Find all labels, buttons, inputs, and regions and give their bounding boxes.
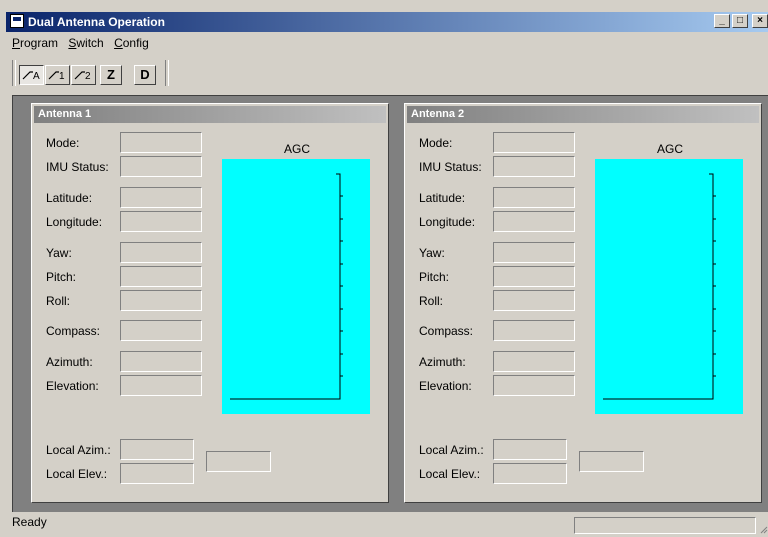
toolbar-button-d[interactable]: D xyxy=(134,65,156,85)
menu-config-rest: onfig xyxy=(122,36,149,50)
menu-program-rest: rogram xyxy=(20,36,59,50)
agc-label: AGC xyxy=(657,142,684,156)
window-title: Dual Antenna Operation xyxy=(28,15,165,29)
client-area: Antenna 1 Mode: IMU Status: Latitude: Lo… xyxy=(12,95,768,512)
local-elev-field xyxy=(493,463,567,484)
imu-status-field xyxy=(493,156,575,177)
menu-bar: Program Switch Config xyxy=(12,36,156,54)
minimize-button[interactable]: _ xyxy=(714,14,730,28)
toolbar: A 1 2 Z D xyxy=(12,58,768,90)
roll-field xyxy=(120,290,202,311)
menu-config-accel: C xyxy=(114,36,123,50)
azimuth-label: Azimuth: xyxy=(419,355,466,369)
menu-program[interactable]: Program xyxy=(12,36,58,50)
latitude-field xyxy=(493,187,575,208)
app-icon[interactable] xyxy=(10,14,24,28)
toolbar-button-mode-a-label: A xyxy=(33,71,40,82)
local-azim-field xyxy=(493,439,567,460)
compass-field xyxy=(493,320,575,341)
pitch-field xyxy=(120,266,202,287)
roll-label: Roll: xyxy=(46,294,71,308)
roll-label: Roll: xyxy=(419,294,444,308)
status-pane xyxy=(574,517,756,534)
status-text: Ready xyxy=(12,515,47,529)
azimuth-field xyxy=(493,351,575,372)
azimuth-field xyxy=(120,351,202,372)
imu-status-field xyxy=(120,156,202,177)
antenna-1-panel: Antenna 1 Mode: IMU Status: Latitude: Lo… xyxy=(31,103,389,503)
local-elev-label: Local Elev.: xyxy=(46,467,108,481)
close-button[interactable]: × xyxy=(752,14,768,28)
local-readout-field xyxy=(579,451,644,472)
latitude-label: Latitude: xyxy=(46,191,93,205)
mode-label: Mode: xyxy=(46,136,80,150)
menu-switch[interactable]: Switch xyxy=(68,36,103,50)
latitude-label: Latitude: xyxy=(419,191,466,205)
longitude-label: Longitude: xyxy=(419,215,476,229)
pitch-label: Pitch: xyxy=(46,270,77,284)
local-azim-field xyxy=(120,439,194,460)
resize-grip-icon[interactable] xyxy=(760,524,768,534)
imu-status-label: IMU Status: xyxy=(419,160,482,174)
azimuth-label: Azimuth: xyxy=(46,355,93,369)
compass-label: Compass: xyxy=(46,324,101,338)
toolbar-button-mode-1-label: 1 xyxy=(59,71,65,82)
yaw-field xyxy=(120,242,202,263)
longitude-field xyxy=(120,211,202,232)
menu-config[interactable]: Config xyxy=(114,36,149,50)
menu-program-accel: P xyxy=(12,36,21,50)
menu-switch-rest: witch xyxy=(76,36,104,50)
agc-scale xyxy=(230,173,343,400)
antenna-2-panel: Antenna 2 Mode: IMU Status: Latitude: Lo… xyxy=(404,103,762,503)
toolbar-button-mode-a[interactable]: A xyxy=(19,65,44,85)
mode-field xyxy=(493,132,575,153)
local-azim-label: Local Azim.: xyxy=(419,443,484,457)
local-readout-field xyxy=(206,451,271,472)
agc-label: AGC xyxy=(284,142,311,156)
toolbar-button-z[interactable]: Z xyxy=(100,65,122,85)
panel-title: Antenna 1 xyxy=(34,106,386,123)
compass-label: Compass: xyxy=(419,324,474,338)
elevation-field xyxy=(493,375,575,396)
local-elev-field xyxy=(120,463,194,484)
pitch-field xyxy=(493,266,575,287)
maximize-button[interactable]: □ xyxy=(732,14,748,28)
agc-meter xyxy=(222,159,370,414)
yaw-label: Yaw: xyxy=(46,246,72,260)
toolbar-button-mode-1[interactable]: 1 xyxy=(45,65,70,85)
compass-field xyxy=(120,320,202,341)
toolbar-separator xyxy=(165,60,169,86)
yaw-label: Yaw: xyxy=(419,246,445,260)
toolbar-grip xyxy=(12,60,16,86)
elevation-label: Elevation: xyxy=(419,379,472,393)
roll-field xyxy=(493,290,575,311)
mode-label: Mode: xyxy=(419,136,453,150)
longitude-label: Longitude: xyxy=(46,215,103,229)
mode-field xyxy=(120,132,202,153)
title-bar: Dual Antenna Operation _ □ × xyxy=(6,12,768,32)
agc-scale xyxy=(603,173,716,400)
imu-status-label: IMU Status: xyxy=(46,160,109,174)
agc-meter xyxy=(595,159,743,414)
toolbar-button-mode-2-label: 2 xyxy=(85,71,91,82)
longitude-field xyxy=(493,211,575,232)
elevation-label: Elevation: xyxy=(46,379,99,393)
local-azim-label: Local Azim.: xyxy=(46,443,111,457)
elevation-field xyxy=(120,375,202,396)
latitude-field xyxy=(120,187,202,208)
pitch-label: Pitch: xyxy=(419,270,450,284)
yaw-field xyxy=(493,242,575,263)
panel-title: Antenna 2 xyxy=(407,106,759,123)
local-elev-label: Local Elev.: xyxy=(419,467,481,481)
toolbar-button-mode-2[interactable]: 2 xyxy=(71,65,96,85)
